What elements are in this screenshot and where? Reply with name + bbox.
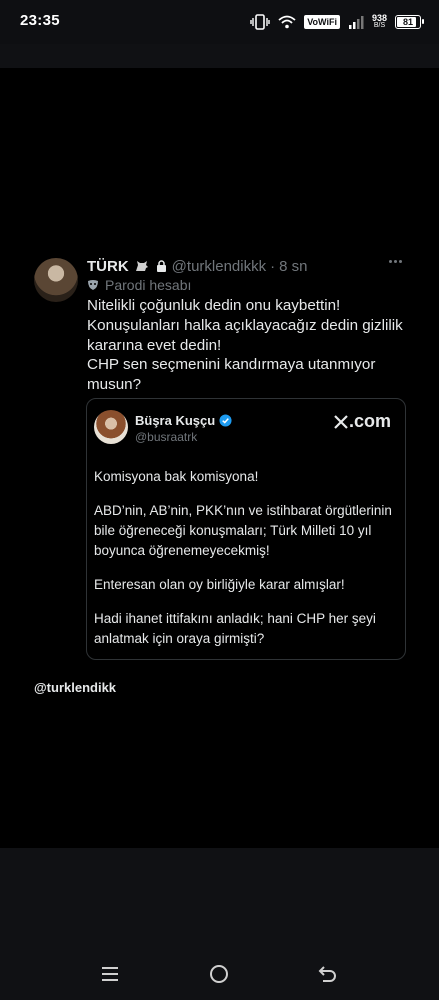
net-speed: 938 B/S (372, 14, 387, 30)
quoted-paragraph: Enteresan olan oy birliğiyle karar almış… (94, 577, 345, 592)
quoted-text: Komisyona bak komisyona! ABD’nin, AB’nin… (94, 467, 399, 663)
quoted-paragraph: ABD’nin, AB’nin, PKK’nın ve istihbarat ö… (94, 503, 392, 558)
battery-icon: 81 (395, 15, 424, 29)
quoted-paragraph: Komisyona bak komisyona! (94, 469, 259, 484)
user-handle[interactable]: @turklendikkk (172, 258, 266, 275)
separator-dot: · (270, 257, 276, 275)
mask-icon (88, 280, 98, 290)
net-speed-value: 938 (371, 13, 387, 23)
tweet-text: Nitelikli çoğunluk dedin onu kaybettin! … (87, 297, 403, 394)
back-icon[interactable] (316, 962, 340, 986)
display-name[interactable]: TÜRK (87, 258, 129, 275)
quoted-tweet[interactable]: Büşra Kuşçu @busraatrk .com Komisyona ba… (86, 398, 406, 660)
quoted-avatar[interactable] (94, 410, 128, 444)
clock: 23:35 (20, 12, 60, 29)
lock-icon (156, 260, 166, 272)
wifi-icon (278, 15, 296, 29)
quoted-paragraph: Hadi ihanet ittifakını anladık; hani CHP… (94, 611, 376, 646)
quoted-display-name[interactable]: Büşra Kuşçu (135, 413, 215, 428)
parody-label: Parodi hesabı (87, 277, 191, 293)
system-nav-bar (0, 945, 439, 1000)
timestamp[interactable]: 8 sn (279, 258, 307, 275)
vowifi-badge: VoWiFi (304, 15, 340, 29)
home-icon[interactable] (207, 962, 231, 986)
vibrate-icon (250, 14, 270, 30)
status-icons: VoWiFi 938 B/S 81 (250, 10, 424, 34)
goat-icon (135, 261, 148, 271)
verified-icon (219, 414, 232, 427)
menu-icon[interactable] (98, 962, 122, 986)
quoted-name-row: Büşra Kuşçu (135, 413, 232, 428)
x-logo-icon (334, 414, 348, 429)
avatar[interactable] (34, 258, 78, 302)
quoted-handle[interactable]: @busraatrk (135, 430, 197, 444)
signal-icon (348, 15, 364, 29)
watermark-caption: @turklendikk (34, 680, 117, 695)
more-icon[interactable] (389, 260, 403, 264)
net-speed-unit: B/S (373, 22, 386, 29)
tweet-header: TÜRK @turklendikkk · 8 sn (87, 256, 307, 276)
parody-label-text: Parodi hesabı (105, 277, 192, 293)
status-bar: 23:35 VoWiFi 938 B/S 81 (0, 0, 439, 44)
battery-level: 81 (402, 17, 413, 27)
x-brand: .com (334, 411, 391, 432)
x-brand-text: .com (348, 411, 391, 431)
screenshot-panel: TÜRK @turklendikkk · 8 sn Parodi hesabı … (0, 68, 439, 848)
